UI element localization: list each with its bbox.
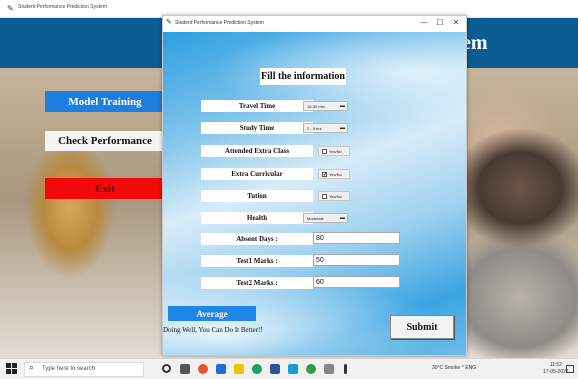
tution-checkbox[interactable]: Yes/No — [318, 191, 350, 201]
chrome-icon[interactable] — [252, 364, 262, 374]
file-explorer-icon[interactable] — [234, 364, 244, 374]
taskbar: ⌕ Type here to search 30°C Smoke ^ ENG 1… — [0, 358, 578, 379]
feather-icon[interactable] — [344, 364, 347, 374]
submit-button[interactable]: Submit — [390, 315, 454, 339]
app-icon[interactable] — [306, 364, 316, 374]
feather-icon: ✎ — [7, 4, 14, 13]
exit-button[interactable]: Exit — [45, 178, 165, 199]
test2-marks-input[interactable]: 60 — [313, 276, 400, 288]
system-tray[interactable]: 30°C Smoke ^ ENG — [432, 365, 476, 371]
dialog-body: Fill the information Travel Time 15-30 m… — [163, 32, 466, 355]
notification-icon[interactable] — [566, 365, 574, 373]
clock-time: 11:52 — [549, 362, 562, 368]
vscode-icon[interactable] — [288, 364, 298, 374]
chevron-down-icon: ▬ — [340, 215, 345, 221]
study-time-label: Study Time — [201, 122, 313, 134]
search-placeholder: Type here to search — [42, 366, 96, 372]
chevron-down-icon: ▬ — [340, 103, 345, 109]
travel-time-dropdown[interactable]: 15-30 min ▬ — [303, 101, 348, 111]
check-performance-button[interactable]: Check Performance — [45, 131, 165, 151]
test2-marks-label: Test2 Marks : — [201, 277, 313, 289]
absent-days-label: Absent Days : — [201, 233, 313, 245]
extra-curricular-checkbox[interactable]: ✔ Yes/No — [318, 169, 350, 179]
search-icon: ⌕ — [29, 363, 35, 373]
prediction-result-text: Doing Well, You Can Do It Better!! — [163, 326, 263, 334]
extra-class-check-box — [322, 148, 327, 154]
task-view-icon[interactable] — [180, 364, 190, 374]
health-dropdown[interactable]: Moderate ▬ — [303, 213, 348, 223]
clock-date: 17-05-2022 — [543, 369, 569, 375]
extra-class-option: Yes/No — [329, 148, 342, 154]
form-heading: Fill the information — [260, 68, 346, 85]
app-icon[interactable] — [270, 364, 280, 374]
feather-icon: ✎ — [166, 18, 172, 26]
health-label: Health — [201, 212, 313, 224]
chevron-down-icon: ▬ — [340, 125, 345, 131]
dialog-titlebar: ✎ Student Performance Prediction System … — [163, 16, 466, 32]
test1-marks-label: Test1 Marks : — [201, 255, 313, 267]
tution-label: Tution — [201, 190, 313, 202]
minimize-button[interactable]: — — [419, 18, 429, 27]
travel-time-value: 15-30 min — [307, 103, 325, 109]
extra-class-checkbox[interactable]: Yes/No — [318, 146, 350, 156]
check-mark-icon: ✔ — [322, 171, 328, 178]
app-icon[interactable] — [324, 364, 334, 374]
absent-days-input[interactable]: 80 — [313, 232, 400, 244]
main-window-title: Student Performance Prediction System — [18, 4, 107, 10]
fill-information-dialog: ✎ Student Performance Prediction System … — [162, 15, 467, 356]
tution-check-box — [322, 193, 327, 199]
model-training-button[interactable]: Model Training — [45, 91, 165, 112]
travel-time-label: Travel Time — [201, 100, 313, 112]
dialog-title: Student Performance Prediction System — [175, 20, 264, 26]
close-button[interactable]: ✕ — [451, 18, 461, 27]
cortana-icon[interactable] — [162, 364, 171, 373]
extra-curricular-option: Yes/No — [329, 171, 342, 177]
study-time-value: 2 - 5 hrs — [307, 125, 322, 131]
brave-browser-icon[interactable] — [198, 364, 208, 374]
study-time-dropdown[interactable]: 2 - 5 hrs ▬ — [303, 123, 348, 133]
test1-marks-input[interactable]: 50 — [313, 254, 400, 266]
health-value: Moderate — [307, 215, 324, 221]
extra-class-label: Attended Extra Class — [201, 145, 313, 157]
tution-option: Yes/No — [329, 193, 342, 199]
extra-curricular-label: Extra Curricular — [201, 168, 313, 180]
clock[interactable]: 11:52 17-05-2022 — [543, 362, 569, 376]
average-label: Average — [168, 306, 256, 321]
windows-start-icon[interactable] — [6, 363, 17, 374]
taskbar-search-box[interactable]: ⌕ Type here to search — [24, 362, 144, 377]
edge-browser-icon[interactable] — [216, 364, 226, 374]
maximize-button[interactable]: ☐ — [435, 18, 445, 27]
